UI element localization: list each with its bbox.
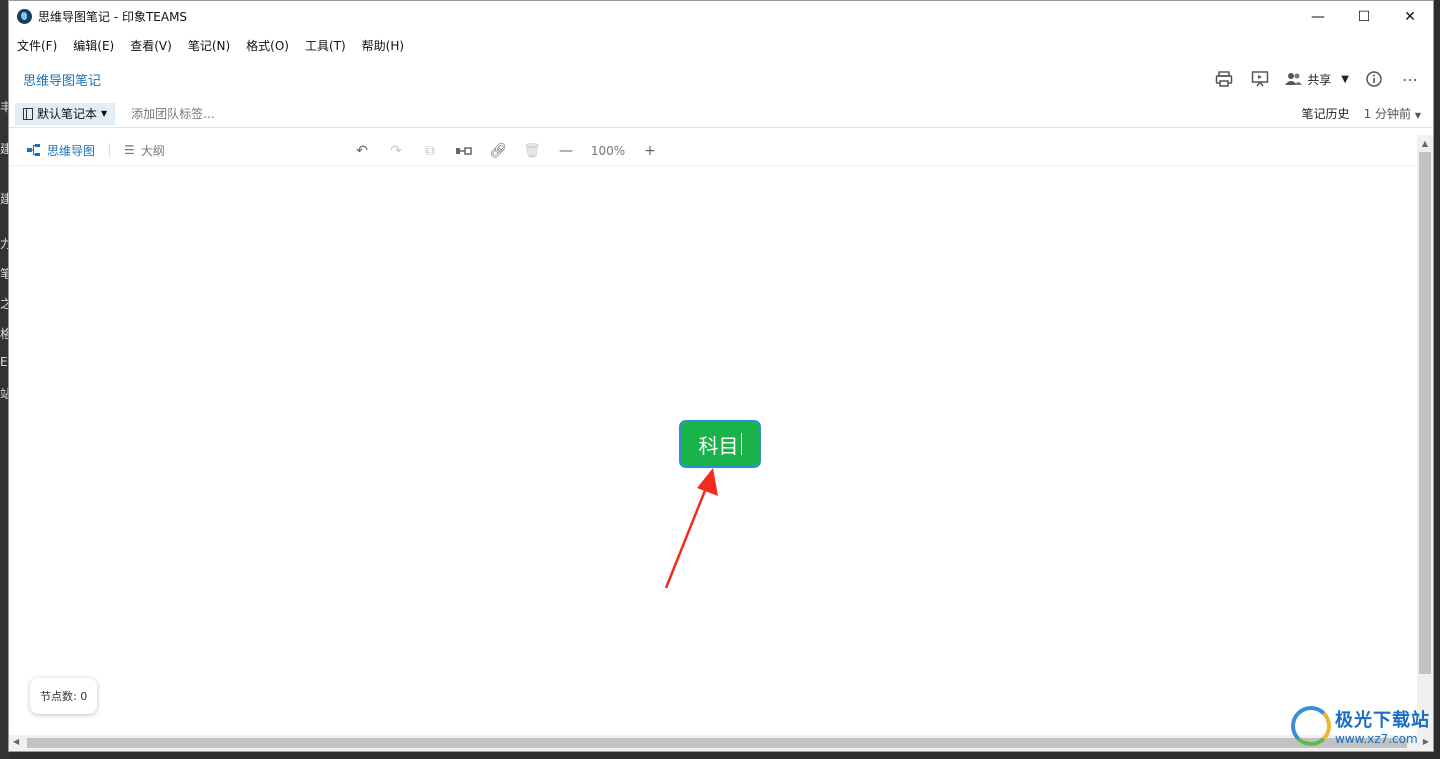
undo-icon[interactable]: ↶	[345, 135, 379, 166]
notebook-name: 默认笔记本	[37, 107, 98, 121]
watermark: 极光下载站 www.xz7.com	[1291, 706, 1430, 746]
zoom-out-icon[interactable]: —	[549, 135, 583, 166]
mindmap-editor: 思维导图 ☰ 大纲 ↶ ↷ ⧉ 🔗︎ 🗑︎ — 100% + 科目 节点数: 0	[9, 135, 1417, 735]
present-icon[interactable]	[1249, 68, 1271, 90]
insert-node-icon[interactable]	[447, 135, 481, 166]
menu-edit[interactable]: 编辑(E)	[73, 37, 114, 54]
notebook-icon	[23, 107, 33, 120]
zoom-level: 100%	[590, 143, 626, 158]
chevron-down-icon: ▼	[1414, 111, 1421, 120]
redo-icon[interactable]: ↷	[379, 135, 413, 166]
share-label: 共享	[1307, 72, 1332, 87]
add-tag-input[interactable]: 添加团队标签...	[131, 105, 214, 122]
toolbar-divider	[109, 143, 111, 157]
tab-outline-label: 大纲	[140, 143, 165, 158]
header-actions: 共享 ▼ ⋯	[1213, 68, 1433, 90]
app-logo-icon	[17, 9, 32, 24]
note-header: 思维导图笔记 共享 ▼ ⋯	[9, 58, 1433, 100]
info-icon[interactable]	[1363, 68, 1385, 90]
print-icon[interactable]	[1213, 68, 1235, 90]
copy-style-icon[interactable]: ⧉	[413, 135, 447, 166]
users-icon	[1285, 73, 1303, 85]
menu-file[interactable]: 文件(F)	[17, 37, 57, 54]
vertical-scrollbar[interactable]: ▲	[1417, 135, 1433, 735]
window-controls: — ☐ ✕	[1295, 1, 1433, 32]
menu-bar: 文件(F) 编辑(E) 查看(V) 笔记(N) 格式(O) 工具(T) 帮助(H…	[9, 32, 1433, 58]
edit-tools: ↶ ↷ ⧉ 🔗︎ 🗑︎ — 100% +	[345, 135, 667, 166]
chevron-down-icon: ▼	[1341, 73, 1349, 85]
delete-icon[interactable]: 🗑︎	[515, 135, 549, 166]
outline-icon: ☰	[124, 143, 135, 157]
app-window: 思维导图笔记 - 印象TEAMS — ☐ ✕ 文件(F) 编辑(E) 查看(V)…	[8, 0, 1434, 752]
tagbar-right: 笔记历史 1 分钟前 ▼	[1302, 105, 1433, 122]
breadcrumb[interactable]: 思维导图笔记	[23, 70, 101, 89]
tab-mindmap[interactable]: 思维导图	[27, 142, 95, 159]
scroll-up-icon[interactable]: ▲	[1417, 135, 1433, 151]
minimize-button[interactable]: —	[1295, 1, 1341, 32]
node-count-text: 节点数: 0	[40, 690, 88, 703]
share-button[interactable]: 共享 ▼	[1285, 71, 1349, 88]
tab-outline[interactable]: ☰ 大纲	[124, 142, 165, 159]
mindmap-canvas[interactable]: 科目 节点数: 0	[9, 166, 1417, 735]
chevron-down-icon: ▼	[101, 109, 108, 118]
menu-format[interactable]: 格式(O)	[246, 37, 289, 54]
node-count-badge: 节点数: 0	[30, 678, 98, 714]
last-edit-time: 1 分钟前	[1363, 107, 1412, 121]
scrollbar-thumb[interactable]	[1419, 152, 1431, 674]
watermark-url: www.xz7.com	[1335, 732, 1418, 746]
horizontal-scrollbar[interactable]: ◀ ▶	[9, 735, 1433, 751]
link-icon[interactable]: 🔗︎	[481, 135, 515, 166]
zoom-in-icon[interactable]: +	[633, 135, 667, 166]
close-button[interactable]: ✕	[1387, 1, 1433, 32]
editor-toolbar: 思维导图 ☰ 大纲 ↶ ↷ ⧉ 🔗︎ 🗑︎ — 100% +	[9, 135, 1417, 166]
scroll-left-icon[interactable]: ◀	[13, 737, 19, 746]
menu-tools[interactable]: 工具(T)	[305, 37, 346, 54]
watermark-text: 极光下载站 www.xz7.com	[1335, 706, 1430, 746]
tag-bar: 默认笔记本 ▼ 添加团队标签... 笔记历史 1 分钟前 ▼	[9, 100, 1433, 128]
scrollbar-thumb-horizontal[interactable]	[27, 738, 1407, 748]
menu-view[interactable]: 查看(V)	[130, 37, 172, 54]
note-history-button[interactable]: 笔记历史	[1302, 105, 1350, 122]
annotation-arrow	[664, 468, 718, 589]
maximize-button[interactable]: ☐	[1341, 1, 1387, 32]
window-title: 思维导图笔记 - 印象TEAMS	[38, 10, 188, 24]
notebook-selector[interactable]: 默认笔记本 ▼	[15, 102, 116, 125]
last-edit-dropdown[interactable]: 1 分钟前 ▼	[1364, 105, 1421, 122]
watermark-logo-icon	[1291, 706, 1331, 746]
mindmap-icon	[27, 144, 40, 156]
menu-help[interactable]: 帮助(H)	[362, 37, 404, 54]
title-bar: 思维导图笔记 - 印象TEAMS — ☐ ✕	[9, 1, 1433, 32]
menu-note[interactable]: 笔记(N)	[188, 37, 230, 54]
watermark-title: 极光下载站	[1335, 710, 1430, 731]
tab-mindmap-label: 思维导图	[47, 143, 96, 158]
more-icon[interactable]: ⋯	[1399, 68, 1421, 90]
